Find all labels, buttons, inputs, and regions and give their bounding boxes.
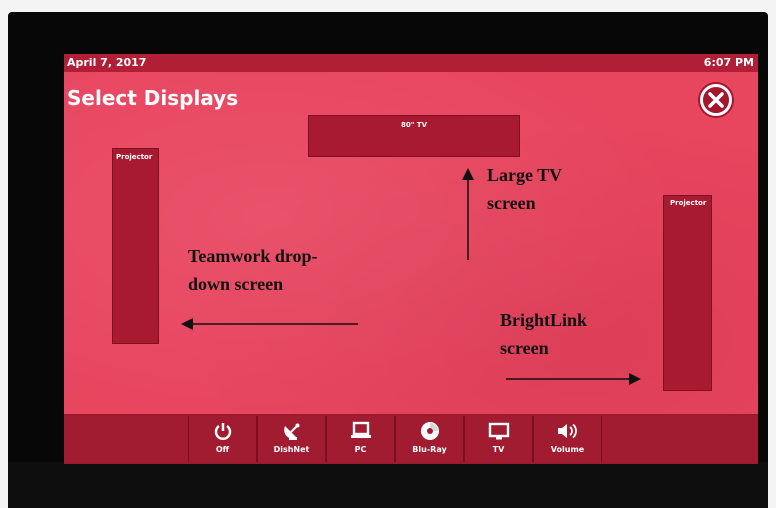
nav-label-pc: PC — [354, 445, 367, 454]
volume-icon — [534, 420, 601, 442]
satellite-dish-icon — [258, 420, 325, 442]
laptop-icon — [327, 420, 394, 442]
nav-label-off: Off — [215, 445, 230, 454]
power-icon — [189, 420, 256, 442]
disc-icon — [396, 420, 463, 442]
nav-button-off[interactable]: Off — [188, 416, 257, 462]
tv-icon — [465, 420, 532, 442]
nav-label-bluray: Blu-Ray — [412, 445, 447, 454]
bottom-nav-bar: Off DishNet PC Blu-Ray TV Volume — [64, 414, 758, 464]
touch-panel-screen: April 7, 2017 6:07 PM Select Displays 80… — [64, 54, 758, 464]
nav-button-volume[interactable]: Volume — [533, 416, 602, 462]
nav-label-volume: Volume — [550, 445, 585, 454]
nav-label-dishnet: DishNet — [273, 445, 310, 454]
nav-button-tv[interactable]: TV — [464, 416, 533, 462]
annotation-arrows — [181, 168, 641, 385]
bottom-bar-right-spacer — [602, 416, 758, 462]
nav-button-dishnet[interactable]: DishNet — [257, 416, 326, 462]
nav-button-bluray[interactable]: Blu-Ray — [395, 416, 464, 462]
nav-button-pc[interactable]: PC — [326, 416, 395, 462]
bottom-bar-left-spacer — [64, 416, 188, 462]
monitor-base — [8, 462, 768, 508]
nav-label-tv: TV — [492, 445, 505, 454]
